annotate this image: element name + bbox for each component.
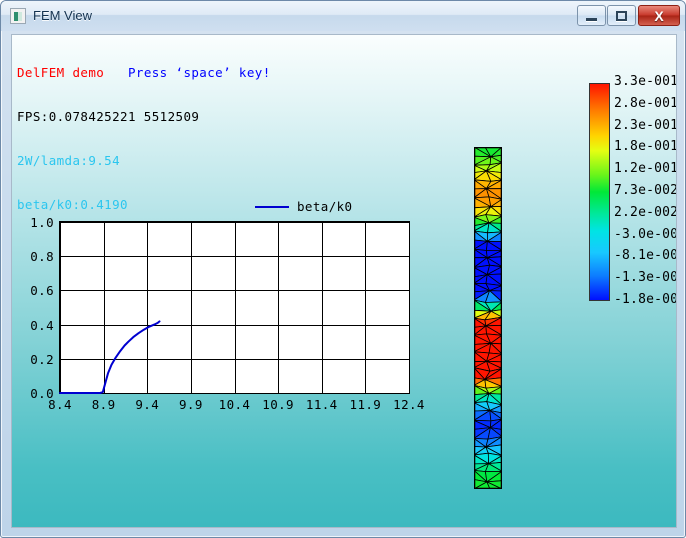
hud-fps-label: FPS:0.078425221 5512509	[17, 109, 200, 124]
colorbar-gradient	[590, 84, 609, 300]
colorbar-tick-label: 2.2e-002	[614, 204, 677, 220]
series-beta-k0-line	[59, 320, 161, 394]
x-tick-label: 10.9	[262, 397, 294, 412]
hud-demo-label: DelFEM demo	[17, 65, 105, 80]
hud-press-space-label: Press ‘space’ key!	[127, 65, 271, 80]
colorbar-tick-label: -3.0e-002	[614, 226, 676, 242]
colorbar-tick-label: 3.3e-001	[614, 74, 677, 89]
minimize-icon	[586, 17, 597, 21]
hud-width-lambda-label: 2W/lamda:9.54	[17, 153, 121, 168]
colorbar-tick-label: -1.3e-001	[614, 270, 676, 286]
x-tick-label: 8.4	[48, 397, 72, 412]
window-title: FEM View	[33, 8, 92, 23]
dispersion-chart	[59, 221, 410, 394]
chart-legend: beta/k0	[255, 199, 352, 214]
app-icon	[10, 8, 26, 24]
colorbar-tick-label: 2.8e-001	[614, 95, 677, 111]
gl-viewport[interactable]: DelFEM demo Press ‘space’ key! FPS:0.078…	[12, 35, 676, 527]
maximize-icon	[616, 10, 627, 21]
y-tick-label: 0.8	[30, 249, 54, 265]
x-tick-label: 12.4	[393, 397, 425, 412]
y-tick-label: 0.6	[30, 283, 54, 299]
maximize-button[interactable]	[607, 5, 636, 26]
close-button[interactable]: X	[638, 5, 680, 26]
plot-curve-layer	[59, 320, 161, 394]
x-tick-label: 8.9	[91, 397, 116, 412]
window-titlebar[interactable]: FEM View X	[1, 1, 685, 31]
fem-mesh-strip[interactable]	[474, 147, 502, 489]
legend-label-beta-k0: beta/k0	[297, 199, 353, 214]
x-tick-label: 11.4	[305, 397, 338, 412]
y-tick-label: 1.0	[30, 215, 54, 230]
colorbar-tick-label: 1.2e-001	[614, 161, 677, 177]
fem-view-window: FEM View X DelFEM demo Press ‘space’ key…	[0, 0, 686, 538]
y-tick-label: 0.4	[30, 317, 54, 333]
x-tick-label: 9.4	[135, 397, 160, 412]
x-tick-label: 11.9	[349, 397, 382, 412]
colorbar-tick-label: 2.3e-001	[614, 117, 677, 133]
x-tick-label: 9.9	[178, 397, 203, 412]
field-colorbar	[589, 83, 610, 301]
minimize-button[interactable]	[577, 5, 606, 26]
hud-overlay: DelFEM demo Press ‘space’ key! FPS:0.078…	[17, 37, 271, 242]
colorbar-tick-label: -8.1e-002	[614, 248, 676, 264]
hud-line-1: DelFEM demo Press ‘space’ key!	[17, 65, 271, 81]
close-icon: X	[654, 7, 664, 24]
legend-line-swatch	[255, 205, 289, 208]
hud-beta-k0-label: beta/k0:0.4190	[17, 197, 128, 212]
colorbar-tick-label: 7.3e-002	[614, 183, 677, 198]
client-area: DelFEM demo Press ‘space’ key! FPS:0.078…	[11, 34, 677, 528]
colorbar-tick-label: 1.8e-001	[614, 139, 677, 155]
colorbar-tick-label: -1.8e-001	[614, 292, 676, 307]
y-tick-label: 0.2	[30, 351, 54, 367]
x-tick-label: 10.4	[218, 397, 251, 412]
